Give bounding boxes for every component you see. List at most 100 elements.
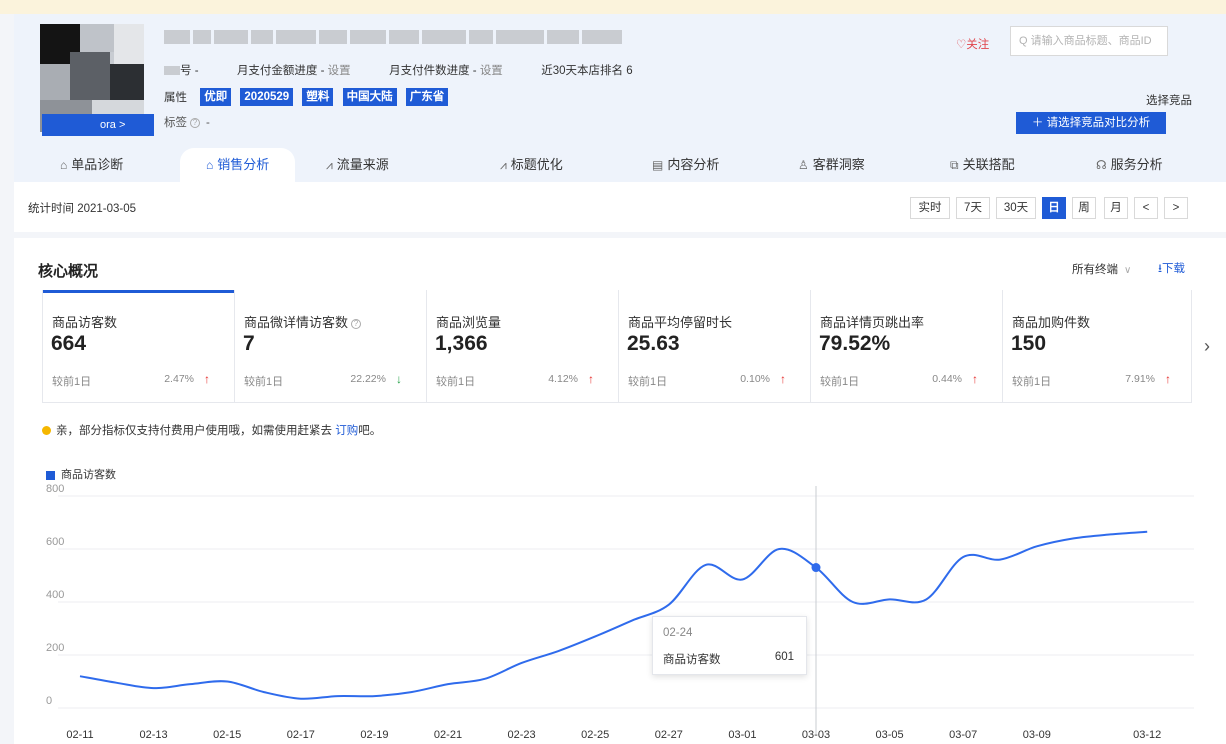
- date-bar: 统计时间 2021-03-05 实时 7天 30天 日 周 月 < >: [14, 182, 1226, 232]
- chart-tooltip: 02-24 商品访客数 601: [652, 616, 807, 675]
- labels-row: 标签? -: [164, 114, 210, 130]
- tab-content-analysis[interactable]: ▤ 内容分析: [652, 148, 719, 182]
- search-input[interactable]: Q 请输入商品标题、商品ID: [1010, 26, 1168, 56]
- amount-progress-setting-link[interactable]: 设置: [328, 65, 351, 77]
- arrow-down-icon: ↓: [396, 372, 402, 386]
- attribute-tag: 塑料: [302, 88, 334, 106]
- x-tick-label: 02-25: [581, 729, 609, 741]
- tab-single-diagnosis[interactable]: ⌂ 单品诊断: [60, 148, 123, 182]
- product-header: ora > 号 - 月支付金额进度 - 设置 月支付件数进度 - 设置 近30天…: [14, 14, 1226, 182]
- x-tick-label: 02-17: [287, 729, 315, 741]
- attribute-tag: 广东省: [405, 88, 449, 106]
- metric-card-pageviews[interactable]: 商品浏览量 1,366 较前1日 4.12% ↑: [427, 290, 619, 403]
- metric-card-avg-stay[interactable]: 商品平均停留时长 25.63 较前1日 0.10% ↑: [619, 290, 811, 403]
- paid-feature-notice: 亲，部分指标仅支持付费用户使用哦，如需使用赶紧去 订购吧。: [42, 422, 381, 438]
- terminal-select[interactable]: 所有终端 ∨: [1072, 261, 1131, 277]
- headset-icon: ☊: [1096, 158, 1107, 172]
- attributes-row: 属性 优即 2020529 塑料 中国大陆 广东省: [164, 88, 454, 106]
- tab-customer-insight[interactable]: ♙ 客群洞察: [798, 148, 865, 182]
- labels-value: -: [206, 117, 210, 129]
- analysis-tabs: ⌂ 单品诊断 ⌂ 销售分析 ⩘ 流量来源 ⩘ 标题优化 ▤ 内容分析 ♙ 客群洞察 ⧉ 关联搭…: [14, 148, 1226, 182]
- x-tick-label: 03-01: [728, 729, 756, 741]
- x-tick-label: 03-12: [1133, 729, 1161, 741]
- subscribe-link[interactable]: 订购: [335, 425, 358, 437]
- trend-icon: ⩘: [326, 158, 333, 172]
- core-overview-panel: 核心概况 所有终端 ∨ ⭳下载 商品访客数 664 较前1日 2.47% ↑ 商品…: [14, 238, 1226, 744]
- data-point: [811, 563, 821, 573]
- chevron-right-icon[interactable]: ›: [1204, 336, 1210, 357]
- next-date-button[interactable]: >: [1164, 197, 1188, 219]
- y-tick-label: 600: [46, 536, 64, 548]
- x-tick-label: 02-19: [360, 729, 388, 741]
- tab-related-matching[interactable]: ⧉ 关联搭配: [950, 148, 1015, 182]
- tab-service-analysis[interactable]: ☊ 服务分析: [1096, 148, 1163, 182]
- period-week-button[interactable]: 周: [1072, 197, 1096, 219]
- x-tick-label: 02-21: [434, 729, 462, 741]
- home-icon: ⌂: [60, 158, 68, 172]
- metric-card-visitors[interactable]: 商品访客数 664 较前1日 2.47% ↑: [43, 290, 235, 403]
- help-icon[interactable]: ?: [351, 318, 362, 329]
- arrow-up-icon: ↑: [204, 372, 210, 386]
- period-realtime-button[interactable]: 实时: [910, 197, 950, 219]
- labels-label: 标签: [164, 117, 187, 129]
- count-progress-setting-link[interactable]: 设置: [480, 65, 503, 77]
- period-day-button[interactable]: 日: [1042, 197, 1066, 219]
- tab-traffic-source[interactable]: ⩘ 流量来源: [326, 148, 389, 182]
- trend-icon: ⩘: [500, 158, 507, 172]
- x-tick-label: 03-03: [802, 729, 830, 741]
- amount-progress-label: 月支付金额进度 -: [236, 65, 325, 77]
- count-progress-label: 月支付件数进度 -: [389, 65, 477, 77]
- y-tick-label: 0: [46, 695, 52, 707]
- attribute-tag: 中国大陆: [342, 88, 397, 106]
- tab-sales-analysis[interactable]: ⌂ 销售分析: [180, 148, 296, 182]
- metric-card-add-to-cart[interactable]: 商品加购件数 150 较前1日 7.91% ↑: [1003, 290, 1195, 403]
- compare-competitor-button[interactable]: ＋ 请选择竞品对比分析: [1016, 112, 1166, 134]
- attributes-label: 属性: [164, 92, 187, 104]
- y-tick-label: 200: [46, 642, 64, 654]
- arrow-up-icon: ↑: [588, 372, 594, 386]
- period-30d-button[interactable]: 30天: [996, 197, 1036, 219]
- attribute-tag: 2020529: [240, 88, 294, 106]
- x-tick-label: 02-11: [66, 729, 93, 741]
- x-tick-label: 03-05: [876, 729, 904, 741]
- progress-row: 号 - 月支付金额进度 - 设置 月支付件数进度 - 设置 近30天本店排名 6: [164, 62, 633, 77]
- arrow-up-icon: ↑: [780, 372, 786, 386]
- y-tick-label: 400: [46, 589, 64, 601]
- x-tick-label: 03-09: [1023, 729, 1051, 741]
- x-tick-label: 02-13: [140, 729, 168, 741]
- chevron-down-icon: ∨: [1124, 265, 1132, 276]
- x-tick-label: 02-23: [508, 729, 536, 741]
- tab-title-optimization[interactable]: ⩘ 标题优化: [500, 148, 563, 182]
- metric-cards: 商品访客数 664 较前1日 2.47% ↑ 商品微详情访客数? 7 较前1日 …: [42, 290, 1192, 403]
- section-title: 核心概况: [38, 263, 99, 280]
- x-tick-label: 02-15: [213, 729, 241, 741]
- product-title-redacted: [164, 30, 625, 44]
- attribute-tag: 优即: [200, 88, 232, 106]
- shop-link-button[interactable]: ora >: [42, 114, 154, 136]
- series-line: [79, 530, 1148, 700]
- x-tick-label: 03-07: [949, 729, 977, 741]
- link-icon: ⧉: [950, 158, 959, 172]
- prev-date-button[interactable]: <: [1134, 197, 1158, 219]
- metric-card-bounce-rate[interactable]: 商品详情页跳出率 79.52% 较前1日 0.44% ↑: [811, 290, 1003, 403]
- document-icon: ▤: [652, 158, 664, 172]
- top-banner-strip: [0, 0, 1226, 14]
- arrow-up-icon: ↑: [1165, 372, 1171, 386]
- user-icon: ♙: [798, 158, 809, 172]
- period-7d-button[interactable]: 7天: [956, 197, 990, 219]
- period-month-button[interactable]: 月: [1104, 197, 1128, 219]
- shop-rank: 近30天本店排名 6: [541, 65, 633, 77]
- y-tick-label: 800: [46, 483, 64, 495]
- x-tick-label: 02-27: [655, 729, 683, 741]
- product-card: ora > 号 - 月支付金额进度 - 设置 月支付件数进度 - 设置 近30天…: [14, 14, 1226, 232]
- follow-button[interactable]: ♡关注: [956, 36, 989, 52]
- metric-card-micro-visitors[interactable]: 商品微详情访客数? 7 较前1日 22.22% ↓: [235, 290, 427, 403]
- visitor-line-chart[interactable]: 0 200 400 600 800 02-11 02-13 02-15 02-17 02-19 02…: [14, 476, 1226, 744]
- download-button[interactable]: ⭳下载: [1158, 260, 1185, 280]
- arrow-up-icon: ↑: [972, 372, 978, 386]
- stat-date: 统计时间 2021-03-05: [28, 203, 137, 215]
- warning-dot-icon: [42, 426, 51, 436]
- select-competitor-label: 选择竞品: [1146, 95, 1192, 107]
- help-icon[interactable]: ?: [190, 117, 200, 128]
- home-icon: ⌂: [206, 158, 214, 172]
